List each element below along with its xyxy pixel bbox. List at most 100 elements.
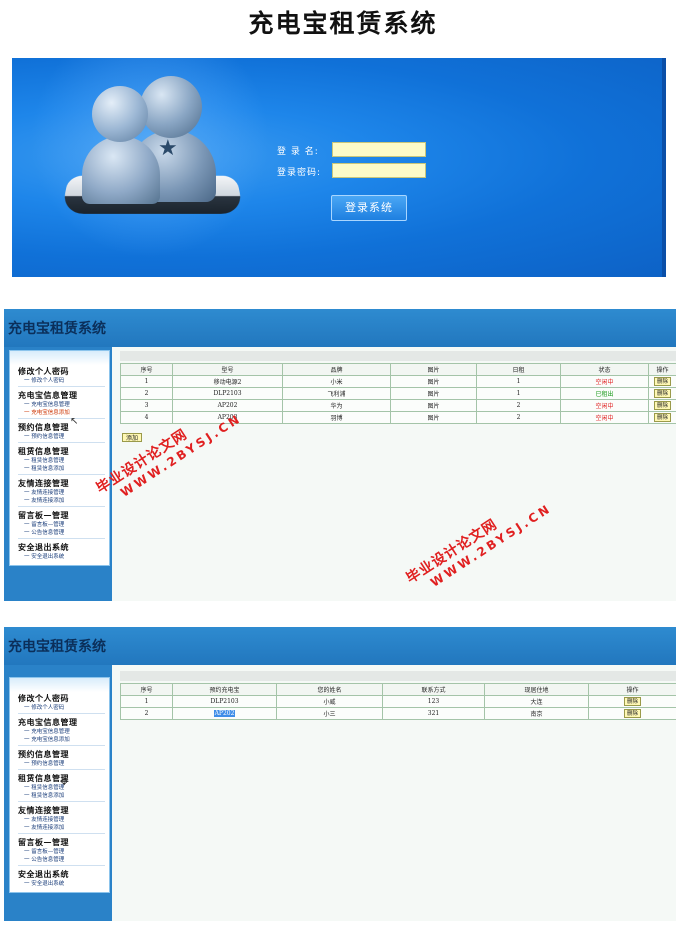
cell-no: 3 <box>120 399 173 412</box>
user-icon-front-body <box>82 136 160 204</box>
column-header: 预约充电宝 <box>172 683 277 696</box>
menu-group-messages: 留言板—管理 一 留言板—管理 一 公告信息管理 <box>10 509 109 541</box>
delete-button[interactable]: 删除 <box>653 389 671 398</box>
menu-group-title[interactable]: 安全退出系统 <box>18 541 109 553</box>
mouse-cursor-icon: ✥ <box>60 777 69 788</box>
login-edge <box>662 58 666 277</box>
login-submit-button[interactable]: 登录系统 <box>331 195 407 221</box>
menu-item-messages-manage[interactable]: 一 留言板—管理 <box>18 848 109 856</box>
menu-item-links-manage[interactable]: 一 友情连接管理 <box>18 816 109 824</box>
menu-group-title[interactable]: 修改个人密码 <box>18 365 109 377</box>
menu-item-powerbank-add[interactable]: 一 充电宝信息添加 <box>18 409 109 417</box>
app-title: 充电宝租赁系统 <box>8 321 106 337</box>
main-content: 序号 型号 品牌 图片 日租 状态 操作 1 移动电源2 小米 图片 1 空闲中 <box>120 351 676 601</box>
cell-image-link[interactable]: 图片 <box>390 399 477 412</box>
column-header: 日租 <box>476 363 561 376</box>
user-icon-front-head <box>92 86 148 142</box>
menu-group-powerbank: 充电宝信息管理 一 充电宝信息管理 一 充电宝信息添加 <box>10 716 109 748</box>
menu-item-powerbank-manage[interactable]: 一 充电宝信息管理 <box>18 401 109 409</box>
selected-text: AP202 <box>213 710 236 717</box>
table-row: 1 移动电源2 小米 图片 1 空闲中 删除 <box>120 375 676 388</box>
add-button[interactable]: 添加 <box>122 433 143 442</box>
cell-image-link[interactable]: 图片 <box>390 375 477 388</box>
cell-powerbank: DLP2103 <box>172 695 277 708</box>
username-input[interactable] <box>332 142 426 157</box>
cell-image-link[interactable]: 图片 <box>390 387 477 400</box>
cell-contact: 123 <box>382 695 485 708</box>
menu-group-title[interactable]: 留言板—管理 <box>18 836 109 848</box>
menu-item-reservation-manage[interactable]: 一 预约信息管理 <box>18 760 109 768</box>
sidebar: 修改个人密码 一 修改个人密码 充电宝信息管理 一 充电宝信息管理 一 充电宝信… <box>4 665 112 921</box>
delete-button[interactable]: 删除 <box>653 413 671 422</box>
cell-name: 小威 <box>276 695 383 708</box>
column-header: 品牌 <box>282 363 391 376</box>
menu-group-title[interactable]: 安全退出系统 <box>18 868 109 880</box>
menu-item-links-manage[interactable]: 一 友情连接管理 <box>18 489 109 497</box>
menu-group-powerbank: 充电宝信息管理 一 充电宝信息管理 一 充电宝信息添加 <box>10 389 109 421</box>
delete-button[interactable]: 删除 <box>653 377 671 386</box>
menu-item-change-password[interactable]: 一 修改个人密码 <box>18 377 109 385</box>
menu-group-title[interactable]: 友情连接管理 <box>18 804 109 816</box>
menu-group-title[interactable]: 租赁信息管理 <box>18 445 109 457</box>
column-header: 您的姓名 <box>276 683 383 696</box>
delete-button[interactable]: 删除 <box>623 709 641 718</box>
cell-address: 大连 <box>484 695 589 708</box>
password-label: 登录密码: <box>277 168 322 178</box>
menu-group-reservation: 预约信息管理 一 预约信息管理 <box>10 421 109 445</box>
username-label: 登 录 名: <box>277 147 319 157</box>
cell-contact: 321 <box>382 707 485 720</box>
cell-status: 已租出 <box>560 387 649 400</box>
delete-button[interactable]: 删除 <box>653 401 671 410</box>
menu-item-logout[interactable]: 一 安全退出系统 <box>18 553 109 561</box>
cell-model: 移动电源2 <box>172 375 283 388</box>
cell-action: 删除 <box>648 375 676 388</box>
menu-group-title[interactable]: 预约信息管理 <box>18 421 109 433</box>
reservation-table: 序号 预约充电宝 您的姓名 联系方式 现居住地 操作 1 DLP2103 小威 … <box>120 683 676 720</box>
table-header-row: 序号 预约充电宝 您的姓名 联系方式 现居住地 操作 <box>120 683 676 696</box>
column-header: 现居住地 <box>484 683 589 696</box>
document-title-text: 充电宝租赁系统 <box>248 9 438 38</box>
table-header-row: 序号 型号 品牌 图片 日租 状态 操作 <box>120 363 676 376</box>
sidebar: 修改个人密码 一 修改个人密码 充电宝信息管理 一 充电宝信息管理 一 充电宝信… <box>4 347 112 601</box>
menu-item-rental-manage[interactable]: 一 租赁信息管理 <box>18 457 109 465</box>
menu-group-title[interactable]: 修改个人密码 <box>18 692 109 704</box>
column-header: 操作 <box>588 683 676 696</box>
menu-item-notice-manage[interactable]: 一 公告信息管理 <box>18 529 109 537</box>
table-row: 1 DLP2103 小威 123 大连 删除 <box>120 695 676 708</box>
column-header: 序号 <box>120 363 173 376</box>
cell-brand: 羽博 <box>282 411 391 424</box>
menu-item-messages-manage[interactable]: 一 留言板—管理 <box>18 521 109 529</box>
column-header: 序号 <box>120 683 173 696</box>
menu-item-logout[interactable]: 一 安全退出系统 <box>18 880 109 888</box>
cell-brand: 小米 <box>282 375 391 388</box>
menu-item-change-password[interactable]: 一 修改个人密码 <box>18 704 109 712</box>
menu-group-rental: 租赁信息管理 一 租赁信息管理 一 租赁信息添加 <box>10 445 109 477</box>
mouse-cursor-icon: ↖ <box>70 416 79 427</box>
cell-brand: 飞利浦 <box>282 387 391 400</box>
menu-item-links-add[interactable]: 一 友情连接添加 <box>18 824 109 832</box>
menu-item-powerbank-add[interactable]: 一 充电宝信息添加 <box>18 736 109 744</box>
menu-group-title[interactable]: 充电宝信息管理 <box>18 716 109 728</box>
powerbank-admin-panel: 充电宝租赁系统 修改个人密码 一 修改个人密码 充电宝信息管理 一 充电宝信息管… <box>4 309 676 601</box>
cell-status: 空闲中 <box>560 411 649 424</box>
menu-item-links-add[interactable]: 一 友情连接添加 <box>18 497 109 505</box>
cell-image-link[interactable]: 图片 <box>390 411 477 424</box>
menu-item-reservation-manage[interactable]: 一 预约信息管理 <box>18 433 109 441</box>
sidebar-menu: 修改个人密码 一 修改个人密码 充电宝信息管理 一 充电宝信息管理 一 充电宝信… <box>9 350 110 566</box>
cell-action: 删除 <box>588 695 676 708</box>
password-input[interactable] <box>332 163 426 178</box>
column-header: 联系方式 <box>382 683 485 696</box>
menu-item-notice-manage[interactable]: 一 公告信息管理 <box>18 856 109 864</box>
menu-item-powerbank-manage[interactable]: 一 充电宝信息管理 <box>18 728 109 736</box>
menu-group-links: 友情连接管理 一 友情连接管理 一 友情连接添加 <box>10 804 109 836</box>
menu-item-rental-add[interactable]: 一 租赁信息添加 <box>18 792 109 800</box>
menu-group-title[interactable]: 预约信息管理 <box>18 748 109 760</box>
menu-item-rental-add[interactable]: 一 租赁信息添加 <box>18 465 109 473</box>
menu-group-title[interactable]: 留言板—管理 <box>18 509 109 521</box>
cell-action: 删除 <box>648 387 676 400</box>
cell-status: 空闲中 <box>560 375 649 388</box>
menu-group-messages: 留言板—管理 一 留言板—管理 一 公告信息管理 <box>10 836 109 868</box>
user-icon-back-head <box>140 76 202 138</box>
delete-button[interactable]: 删除 <box>623 697 641 706</box>
menu-group-title[interactable]: 充电宝信息管理 <box>18 389 109 401</box>
